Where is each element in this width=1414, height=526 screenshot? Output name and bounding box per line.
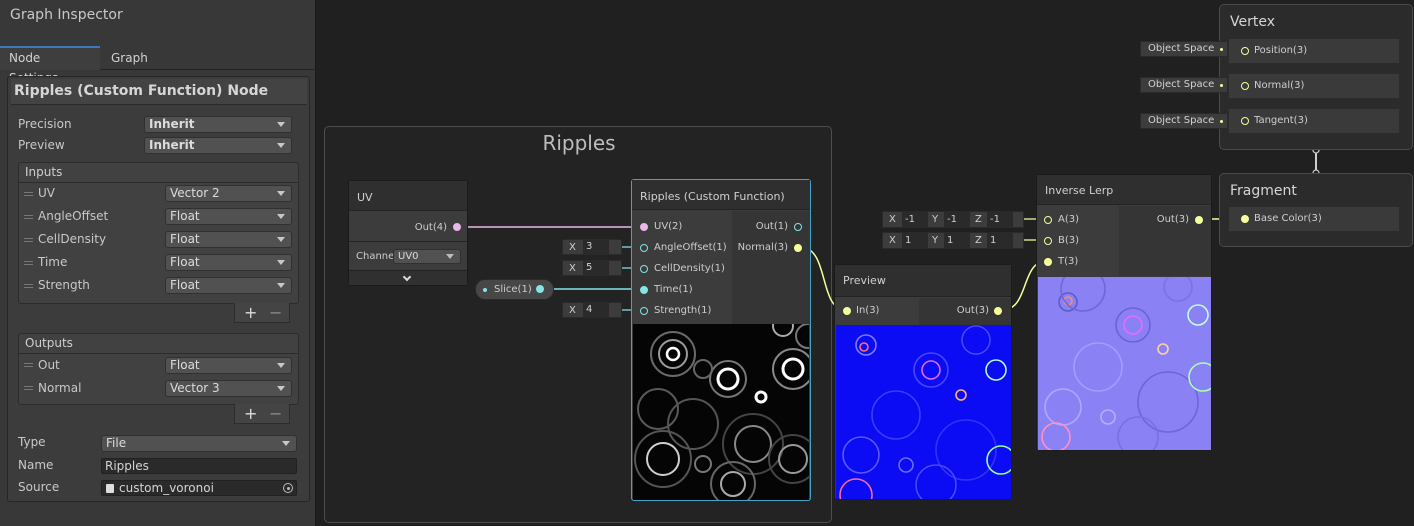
default-value[interactable]: 5 (583, 261, 609, 275)
vertex-context[interactable]: Vertex Position(3) Normal(3) Tangent(3) (1219, 4, 1413, 150)
vector-z-value[interactable]: -1 (987, 212, 1013, 227)
ripples-preview-image (633, 324, 809, 500)
vector-x-value[interactable]: -1 (902, 212, 928, 227)
axis-label: Z (975, 214, 982, 225)
slot-label: Normal(3) (1254, 80, 1305, 91)
port-icon[interactable] (1241, 47, 1249, 55)
tangent-space-field[interactable]: Object Space (1140, 113, 1228, 129)
uv-in-port[interactable] (640, 223, 648, 231)
input-port-label: UV(2) (654, 221, 683, 232)
uv-out-port-label: Out(4) (414, 222, 447, 233)
expand-preview-button[interactable] (349, 270, 467, 285)
axis-label: X (569, 242, 576, 253)
uv-node[interactable]: UV Out(4) Channe UV0 (348, 180, 468, 286)
normal-out-port[interactable] (794, 244, 802, 252)
slot-label: Base Color(3) (1254, 213, 1322, 224)
lerp-input-label: A(3) (1058, 214, 1080, 225)
vector-x-value[interactable]: 1 (902, 233, 928, 248)
input-port-label: Strength(1) (654, 305, 712, 316)
vertex-tangent-slot[interactable]: Tangent(3) (1228, 108, 1400, 134)
strength-default-field[interactable]: X4 (562, 302, 622, 318)
space-value: Object Space (1148, 79, 1215, 90)
uv-out-port[interactable] (453, 223, 461, 231)
vector-y-value[interactable]: -1 (944, 212, 970, 227)
lerp-preview-image (1038, 277, 1211, 450)
lerp-out-port[interactable] (1195, 216, 1203, 224)
preview-out-port[interactable] (994, 307, 1002, 315)
strength-in-port[interactable] (640, 307, 648, 315)
port-dot-icon (1220, 48, 1223, 51)
port-icon[interactable] (1241, 82, 1249, 90)
lerp-input-label: T(3) (1058, 256, 1079, 267)
preview-node[interactable]: Preview In(3) Out(3) (834, 264, 1012, 500)
port-dot-icon (1220, 120, 1223, 123)
fragment-title: Fragment (1230, 183, 1297, 199)
axis-label: Y (932, 235, 939, 246)
axis-label: Z (975, 235, 982, 246)
lerp-b-port[interactable] (1044, 237, 1052, 245)
fragment-base-color-slot[interactable]: Base Color(3) (1228, 206, 1400, 232)
property-dot-icon (483, 288, 487, 292)
position-space-field[interactable]: Object Space (1140, 41, 1228, 57)
port-dot-icon (1220, 84, 1223, 87)
preview-out-label: Out(3) (956, 305, 989, 316)
slice-property-node[interactable]: Slice(1) (475, 279, 554, 300)
lerp-a-default-field[interactable]: X -1 Y -1 Z -1 (882, 211, 1024, 228)
slot-label: Position(3) (1254, 45, 1308, 56)
angleoffset-in-port[interactable] (640, 244, 648, 252)
slice-label: Slice(1) (494, 284, 532, 295)
normal-preview-image (836, 325, 1011, 499)
out-port[interactable] (794, 223, 802, 231)
normal-space-field[interactable]: Object Space (1140, 77, 1228, 93)
channel-label: Channe (356, 251, 395, 262)
space-value: Object Space (1148, 43, 1215, 54)
axis-label: X (569, 263, 576, 274)
axis-label: X (889, 235, 896, 246)
axis-label: X (889, 214, 896, 225)
lerp-t-port[interactable] (1044, 258, 1052, 266)
time-in-port[interactable] (640, 286, 648, 294)
chevron-down-icon (402, 272, 412, 282)
channel-dropdown[interactable]: UV0 (393, 249, 461, 264)
axis-label: Y (932, 214, 939, 225)
output-port-label: Normal(3) (737, 242, 788, 253)
slot-label: Tangent(3) (1254, 115, 1308, 126)
lerp-input-label: B(3) (1058, 235, 1080, 246)
input-port-label: AngleOffset(1) (654, 242, 727, 253)
port-icon[interactable] (1241, 215, 1249, 223)
lerp-output-label: Out(3) (1156, 214, 1189, 225)
vector-y-value[interactable]: 1 (944, 233, 970, 248)
lerp-node-title[interactable]: Inverse Lerp (1037, 175, 1211, 205)
slice-out-port[interactable] (536, 285, 544, 293)
preview-in-label: In(3) (856, 305, 880, 316)
input-port-label: Time(1) (654, 284, 693, 295)
ripples-custom-function-node[interactable]: Ripples (Custom Function) UV(2) AngleOff… (631, 179, 811, 501)
port-icon[interactable] (1241, 117, 1249, 125)
output-port-label: Out(1) (755, 221, 788, 232)
chevron-down-icon (446, 254, 454, 259)
celldensity-default-field[interactable]: X5 (562, 260, 622, 276)
vertex-position-slot[interactable]: Position(3) (1228, 38, 1400, 64)
preview-in-port[interactable] (843, 307, 851, 315)
axis-label: X (569, 305, 576, 316)
vector-z-value[interactable]: 1 (987, 233, 1013, 248)
vertex-normal-slot[interactable]: Normal(3) (1228, 73, 1400, 99)
lerp-b-default-field[interactable]: X 1 Y 1 Z 1 (882, 232, 1024, 249)
fragment-context[interactable]: Fragment Base Color(3) (1219, 173, 1413, 247)
preview-node-title[interactable]: Preview (835, 265, 1011, 297)
default-value[interactable]: 3 (583, 240, 609, 254)
lerp-a-port[interactable] (1044, 216, 1052, 224)
celldensity-in-port[interactable] (640, 265, 648, 273)
uv-node-title[interactable]: UV (349, 181, 467, 211)
space-value: Object Space (1148, 115, 1215, 126)
vertex-title: Vertex (1230, 14, 1276, 30)
ripples-node-title[interactable]: Ripples (Custom Function) (632, 180, 810, 210)
angleoffset-default-field[interactable]: X3 (562, 239, 622, 255)
channel-value: UV0 (398, 251, 419, 262)
default-value[interactable]: 4 (583, 303, 609, 317)
input-port-label: CellDensity(1) (654, 263, 725, 274)
inverse-lerp-node[interactable]: Inverse Lerp A(3) B(3) T(3) Out(3) (1036, 174, 1212, 451)
